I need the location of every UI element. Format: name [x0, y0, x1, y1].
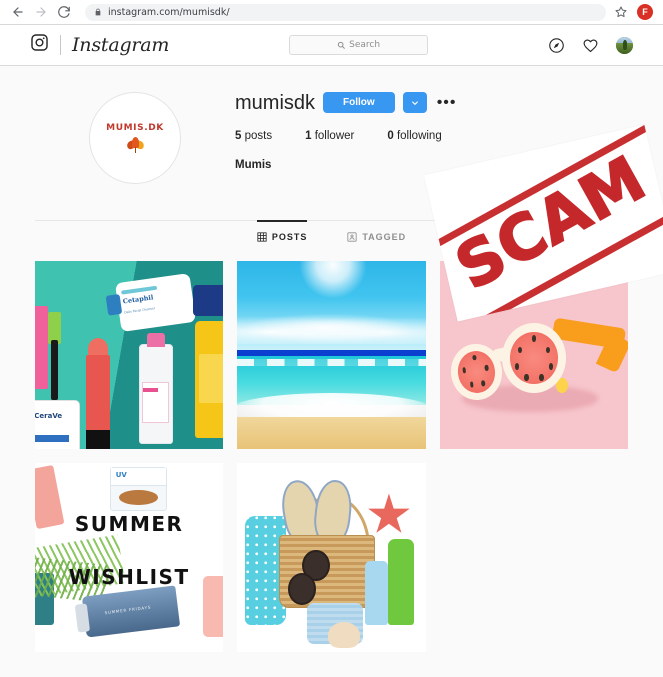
stat-posts: 5 posts	[235, 130, 272, 142]
stat-following-label: following	[396, 130, 442, 142]
maple-leaf-icon	[125, 136, 145, 154]
tube-brand-label: SUMMER FRIDAYS	[104, 604, 152, 616]
instagram-wordmark[interactable]: Instagram	[72, 35, 169, 55]
compass-icon[interactable]	[548, 37, 565, 54]
wishlist-line-1: SUMMER	[74, 512, 184, 537]
brand-divider	[60, 35, 61, 55]
address-bar[interactable]: instagram.com/mumisdk/	[85, 3, 606, 21]
follow-button[interactable]: Follow	[323, 92, 395, 113]
stat-posts-label: posts	[244, 130, 273, 142]
tag-person-icon	[347, 232, 357, 242]
search-placeholder: Search	[349, 40, 381, 50]
lock-icon	[94, 8, 102, 16]
post-cosmetics-flatlay[interactable]: Cetaphil Daily Facial Cleanser CeraVe	[35, 261, 224, 450]
avatar[interactable]	[616, 36, 633, 54]
stat-followers[interactable]: 1 follower	[305, 130, 354, 142]
username-row: mumisdk Follow •••	[235, 92, 628, 113]
brand-logo[interactable]: Instagram	[30, 33, 169, 57]
instagram-camera-icon[interactable]	[30, 33, 49, 57]
tab-posts[interactable]: POSTS	[256, 220, 308, 252]
stat-following-value: 0	[387, 130, 394, 142]
chevron-down-icon[interactable]	[402, 92, 427, 113]
bookmark-star-icon[interactable]	[612, 3, 630, 21]
stat-followers-label: follower	[314, 130, 355, 142]
search-input[interactable]: Search	[289, 35, 429, 55]
navbar-icons	[548, 36, 633, 54]
tab-tagged-label: TAGGED	[362, 232, 407, 242]
grid-icon	[257, 232, 267, 242]
cerave-brand-text: CeraVe	[35, 411, 63, 420]
heart-icon[interactable]	[582, 37, 599, 54]
reload-icon[interactable]	[54, 2, 74, 22]
profile-stats: 5 posts 1 follower 0 following	[235, 130, 628, 142]
browser-toolbar: instagram.com/mumisdk/ F	[0, 0, 663, 25]
scam-stamp-text: SCAM	[443, 140, 659, 305]
profile-avatar[interactable]: MUMIS.DK	[89, 92, 181, 184]
url-text: instagram.com/mumisdk/	[108, 6, 230, 18]
instagram-navbar: Instagram Search	[0, 25, 663, 66]
post-beach-basket[interactable]	[237, 463, 426, 652]
search-icon	[337, 41, 345, 49]
browser-profile-badge[interactable]: F	[637, 4, 653, 20]
tab-tagged[interactable]: TAGGED	[347, 221, 406, 252]
ellipsis-icon[interactable]: •••	[435, 94, 459, 111]
avatar-brand-text: MUMIS.DK	[106, 122, 164, 133]
stat-posts-value: 5	[235, 130, 242, 142]
wishlist-line-2: WISHLIST	[68, 564, 190, 589]
forward-arrow-icon[interactable]	[31, 2, 51, 22]
post-summer-wishlist[interactable]: UV SUMMER WISHLIST SUMMER FRIDAYS	[35, 463, 224, 652]
back-arrow-icon[interactable]	[8, 2, 28, 22]
page-title: mumisdk	[235, 91, 316, 114]
tab-posts-label: POSTS	[271, 232, 308, 242]
cetaphil-brand-text: Cetaphil	[122, 292, 154, 306]
post-beach-ocean[interactable]	[237, 261, 426, 450]
uv-jar-label: UV	[115, 471, 127, 480]
stat-following[interactable]: 0 following	[387, 130, 441, 142]
profile-page: MUMIS.DK mumisdk Follow ••• 5 posts 1 fo…	[0, 66, 663, 677]
cetaphil-sub-text: Daily Facial Cleanser	[123, 306, 156, 315]
stat-followers-value: 1	[305, 130, 312, 142]
post-grid: Cetaphil Daily Facial Cleanser CeraVe UV…	[35, 261, 628, 652]
